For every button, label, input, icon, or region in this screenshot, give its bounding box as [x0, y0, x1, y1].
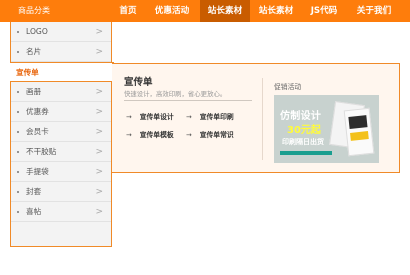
bullet-icon — [17, 31, 19, 33]
chevron-right-icon: > — [95, 87, 103, 97]
nav-promotions[interactable]: 优惠活动 — [144, 0, 200, 22]
bullet-icon — [17, 51, 19, 53]
flyer-sheet-image — [343, 107, 375, 157]
chevron-right-icon: > — [95, 187, 103, 197]
arrow-right-icon: → — [126, 131, 132, 139]
category-item-brochure[interactable]: 画册 > — [11, 82, 111, 102]
category-item-logo[interactable]: LOGO > — [11, 22, 111, 42]
bullet-icon — [17, 211, 19, 213]
category-label: 喜帖 — [26, 207, 42, 216]
category-label: 封套 — [26, 187, 42, 196]
category-label: 画册 — [26, 87, 42, 96]
bullet-icon — [17, 191, 19, 193]
category-item-flyer[interactable]: 宣传单 — [10, 62, 114, 82]
nav-materials-active[interactable]: 站长素材 — [200, 0, 250, 22]
category-dropdown-panel: 宣传单 快速设计，高效印刷，省心更放心。 → 宣传单设计 → 宣传单印刷 → 宣传单模… — [112, 63, 400, 173]
nav-home[interactable]: 首页 — [112, 0, 144, 22]
bullet-icon — [17, 171, 19, 173]
category-label: LOGO — [26, 27, 48, 36]
category-label: 优惠券 — [26, 107, 49, 116]
category-label: 名片 — [26, 47, 42, 56]
link-flyer-printing[interactable]: → 宣传单印刷 — [186, 111, 234, 121]
panel-title: 宣传单 — [124, 77, 153, 88]
category-list: LOGO > 名片 > 宣传单 画册 > 优惠券 > 会员卡 > 不干胶贴 > … — [10, 22, 114, 247]
category-item-envelope[interactable]: 封套 > — [11, 182, 111, 202]
nav-materials[interactable]: 站长素材 — [250, 0, 302, 22]
category-item-invitation[interactable]: 喜帖 > — [11, 202, 111, 222]
main-nav: 首页 优惠活动 站长素材 站长素材 JS代码 关于我们 — [112, 0, 402, 22]
link-label: 宣传单设计 — [139, 113, 174, 121]
arrow-right-icon: → — [126, 113, 132, 121]
vertical-divider — [262, 78, 263, 160]
category-label: 会员卡 — [26, 127, 49, 136]
link-label: 宣传单常识 — [199, 131, 234, 139]
chevron-right-icon: > — [95, 127, 103, 137]
category-label: 宣传单 — [16, 68, 39, 77]
banner-tagline: 印刷隔日出货 — [282, 138, 324, 146]
category-item-business-card[interactable]: 名片 > — [11, 42, 111, 62]
arrow-right-icon: → — [186, 131, 192, 139]
chevron-right-icon: > — [95, 47, 103, 57]
arrow-right-icon: → — [186, 113, 192, 121]
bullet-icon — [17, 111, 19, 113]
category-header: 商品分类 — [10, 0, 112, 22]
nav-js-code[interactable]: JS代码 — [302, 0, 346, 22]
panel-subtitle: 快速设计，高效印刷，省心更放心。 — [124, 90, 227, 98]
nav-about-us[interactable]: 关于我们 — [346, 0, 402, 22]
banner-price: 30元起 — [287, 125, 321, 136]
promo-title: 促销活动 — [274, 83, 302, 91]
category-item-coupon[interactable]: 优惠券 > — [11, 102, 111, 122]
bullet-icon — [17, 131, 19, 133]
chevron-right-icon: > — [95, 207, 103, 217]
promo-banner[interactable]: 仿制设计 30元起 印刷隔日出货 — [274, 95, 379, 163]
bullet-icon — [17, 91, 19, 93]
category-item-sticker[interactable]: 不干胶贴 > — [11, 142, 111, 162]
bullet-icon — [17, 151, 19, 153]
link-label: 宣传单模板 — [139, 131, 174, 139]
banner-headline: 仿制设计 — [280, 111, 322, 122]
category-label: 不干胶贴 — [26, 147, 57, 156]
link-flyer-design[interactable]: → 宣传单设计 — [126, 111, 174, 121]
link-label: 宣传单印刷 — [199, 113, 234, 121]
category-item-member-card[interactable]: 会员卡 > — [11, 122, 111, 142]
link-flyer-tips[interactable]: → 宣传单常识 — [186, 129, 234, 139]
category-item-tote-bag[interactable]: 手提袋 > — [11, 162, 111, 182]
divider — [124, 100, 252, 101]
chevron-right-icon: > — [95, 167, 103, 177]
link-flyer-template[interactable]: → 宣传单模板 — [126, 129, 174, 139]
chevron-right-icon: > — [95, 107, 103, 117]
chevron-right-icon: > — [95, 27, 103, 37]
banner-stripe — [280, 151, 332, 155]
category-label: 手提袋 — [26, 167, 49, 176]
chevron-right-icon: > — [95, 147, 103, 157]
